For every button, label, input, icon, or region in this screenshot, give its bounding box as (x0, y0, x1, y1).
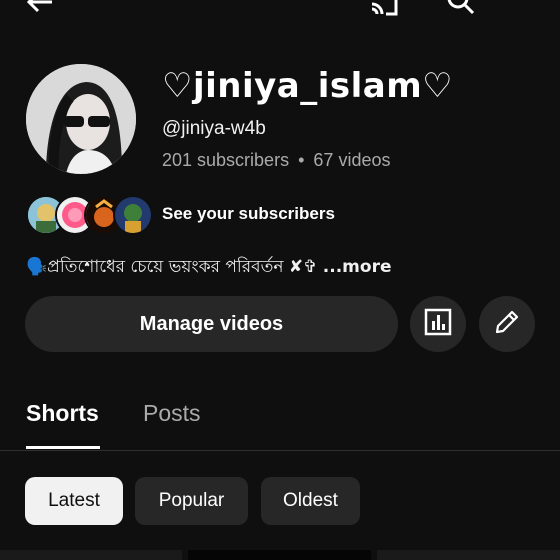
cast-icon[interactable] (368, 0, 400, 18)
analytics-button[interactable] (410, 296, 466, 352)
subscriber-avatar (113, 195, 153, 235)
active-tab-indicator (26, 446, 100, 449)
see-subscribers-link[interactable]: See your subscribers (162, 204, 335, 224)
channel-name: ♡jiniya_islam♡ (162, 66, 454, 106)
tab-shorts[interactable]: Shorts (26, 400, 99, 427)
channel-stats: 201 subscribers • 67 videos (162, 150, 390, 171)
analytics-icon (424, 308, 452, 341)
back-arrow-icon[interactable] (24, 0, 56, 18)
chip-popular[interactable]: Popular (135, 477, 248, 525)
short-thumbnail[interactable] (377, 550, 560, 560)
edit-channel-button[interactable] (479, 296, 535, 352)
pencil-icon (493, 308, 521, 341)
chip-oldest[interactable]: Oldest (261, 477, 360, 525)
channel-avatar[interactable] (26, 64, 136, 174)
more-vert-icon[interactable] (510, 0, 542, 18)
more-link[interactable]: ...more (323, 257, 392, 277)
channel-handle: @jiniya-w4b (162, 118, 266, 139)
description-text: 🗣️প্রতিশোধের চেয়ে ভয়ংকর পরিবর্তন ✘✞ (26, 257, 318, 277)
search-icon[interactable] (444, 0, 476, 18)
subscriber-count: 201 subscribers (162, 150, 290, 170)
subscriber-avatars[interactable] (26, 195, 156, 235)
short-thumbnail[interactable] (188, 550, 371, 560)
stats-separator: • (298, 150, 305, 170)
manage-videos-button[interactable]: Manage videos (25, 296, 398, 352)
tab-posts[interactable]: Posts (143, 400, 201, 427)
channel-description[interactable]: 🗣️প্রতিশোধের চেয়ে ভয়ংকর পরিবর্তন ✘✞ ..… (26, 254, 391, 282)
video-count: 67 videos (313, 150, 391, 170)
chip-latest[interactable]: Latest (25, 477, 123, 525)
short-thumbnail[interactable] (0, 550, 182, 560)
tabs-divider (0, 450, 560, 451)
